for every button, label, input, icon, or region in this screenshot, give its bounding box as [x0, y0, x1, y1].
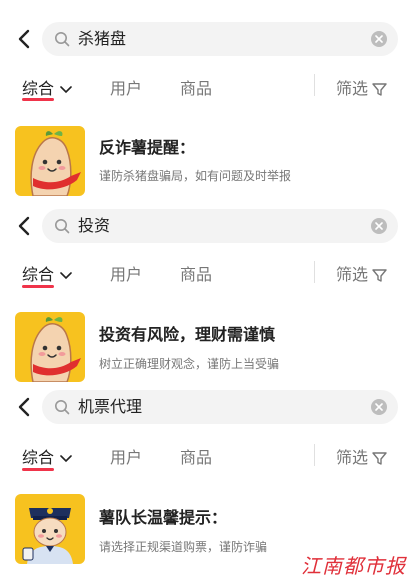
tab-users[interactable]: 用户 — [110, 261, 142, 285]
search-bar[interactable]: 机票代理 — [42, 390, 398, 424]
chevron-down-icon — [60, 454, 72, 462]
clear-icon[interactable] — [371, 31, 387, 47]
result-thumbnail[interactable] — [15, 126, 85, 196]
search-icon — [55, 219, 70, 234]
tab-comprehensive[interactable]: 综合 — [22, 261, 72, 285]
filter-button[interactable]: 筛选 — [336, 444, 387, 468]
clear-icon[interactable] — [371, 399, 387, 415]
result-title[interactable]: 投资有风险，理财需谨慎 — [99, 321, 275, 345]
result-description: 谨防杀猪盘骗局，如有问题及时举报 — [99, 169, 292, 183]
tab-comprehensive[interactable]: 综合 — [22, 444, 72, 468]
back-arrow-icon[interactable] — [14, 215, 36, 237]
search-icon — [55, 400, 70, 415]
tab-users[interactable]: 用户 — [110, 75, 142, 99]
tab-users[interactable]: 用户 — [110, 444, 142, 468]
filter-label: 筛选 — [336, 79, 369, 98]
filter-label: 筛选 — [336, 265, 369, 284]
filter-funnel-icon — [372, 452, 387, 465]
back-arrow-icon[interactable] — [14, 396, 36, 418]
search-bar[interactable]: 投资 — [42, 209, 398, 243]
active-tab-indicator — [22, 98, 54, 101]
result-thumbnail[interactable] — [15, 494, 85, 564]
search-input[interactable]: 杀猪盘 — [78, 22, 126, 56]
chevron-down-icon — [60, 271, 72, 279]
divider — [314, 444, 315, 466]
filter-button[interactable]: 筛选 — [336, 261, 387, 285]
filter-label: 筛选 — [336, 448, 369, 467]
divider — [314, 74, 315, 96]
tab-comprehensive[interactable]: 综合 — [22, 75, 72, 99]
tab-products[interactable]: 商品 — [180, 75, 212, 99]
tab-label: 综合 — [22, 448, 55, 467]
filter-funnel-icon — [372, 83, 387, 96]
result-title[interactable]: 薯队长温馨提示： — [99, 504, 227, 528]
divider — [314, 261, 315, 283]
search-icon — [55, 32, 70, 47]
tab-products[interactable]: 商品 — [180, 261, 212, 285]
watermark-logo: 江南都市报 — [301, 554, 406, 578]
tab-label: 综合 — [22, 265, 55, 284]
search-bar[interactable]: 杀猪盘 — [42, 22, 398, 56]
filter-button[interactable]: 筛选 — [336, 75, 387, 99]
chevron-down-icon — [60, 85, 72, 93]
result-description: 请选择正规渠道购票，谨防诈骗 — [99, 540, 268, 554]
result-description: 树立正确理财观念，谨防上当受骗 — [99, 357, 280, 371]
search-input[interactable]: 投资 — [78, 209, 110, 243]
filter-funnel-icon — [372, 269, 387, 282]
search-input[interactable]: 机票代理 — [78, 390, 142, 424]
police-mascot-icon — [22, 508, 73, 564]
active-tab-indicator — [22, 468, 54, 471]
back-arrow-icon[interactable] — [14, 28, 36, 50]
tab-label: 综合 — [22, 79, 55, 98]
active-tab-indicator — [22, 285, 54, 288]
search-panel-1: 杀猪盘 综合 用户 商品 筛选 反诈薯提醒： 谨防杀猪盘骗局，如有问题及时举报 — [0, 0, 414, 205]
sweet-potato-mascot-icon — [30, 131, 81, 196]
sweet-potato-mascot-icon — [30, 317, 81, 382]
search-panel-2: 投资 综合 用户 商品 筛选 投资有风险，理财需谨慎 树立正确理财观念，谨防上当… — [0, 205, 414, 388]
clear-icon[interactable] — [371, 218, 387, 234]
result-title[interactable]: 反诈薯提醒： — [99, 134, 195, 158]
result-thumbnail[interactable] — [15, 312, 85, 382]
tab-products[interactable]: 商品 — [180, 444, 212, 468]
